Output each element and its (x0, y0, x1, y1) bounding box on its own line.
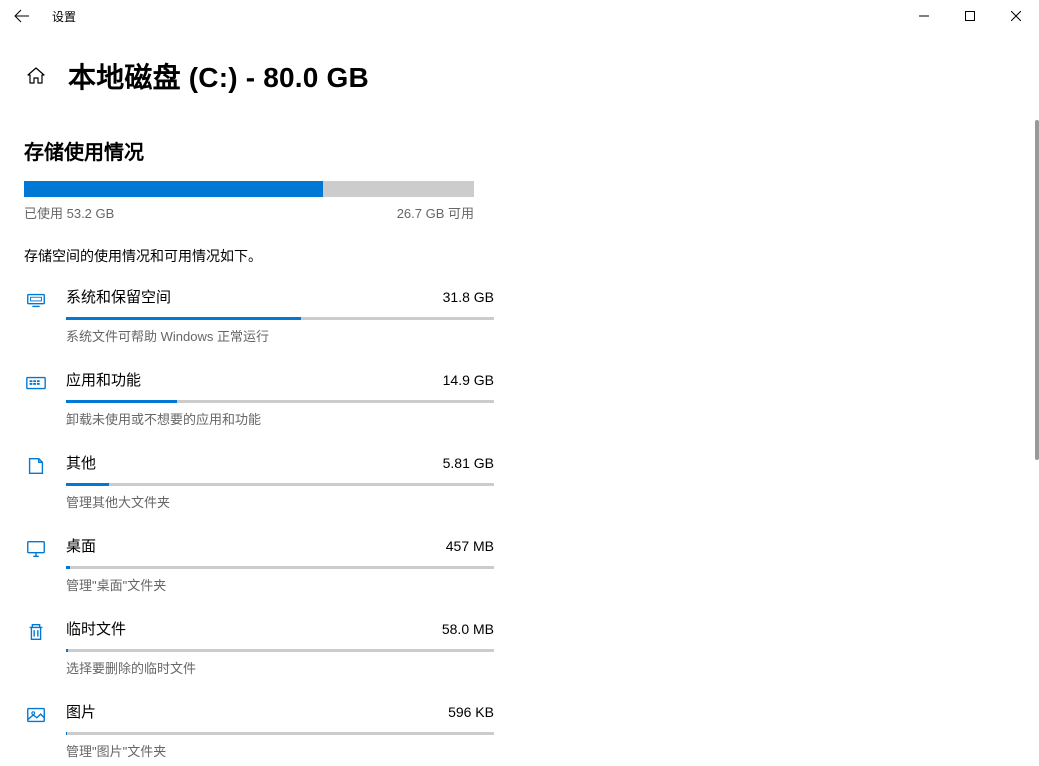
category-bar (66, 732, 494, 735)
category-bar (66, 649, 494, 652)
category-hint: 卸载未使用或不想要的应用和功能 (66, 409, 494, 428)
category-head: 桌面 457 MB (66, 535, 494, 556)
category-bar-fill (66, 317, 301, 320)
free-label: 26.7 GB 可用 (397, 203, 474, 222)
close-icon (1011, 11, 1021, 21)
category-bar-fill (66, 400, 177, 403)
category-head: 系统和保留空间 31.8 GB (66, 286, 494, 307)
category-size: 596 KB (448, 704, 494, 720)
category-bar (66, 317, 494, 320)
storage-description: 存储空间的使用情况和可用情况如下。 (24, 246, 1015, 266)
storage-bar-labels: 已使用 53.2 GB 26.7 GB 可用 (24, 203, 474, 222)
content-area: 本地磁盘 (C:) - 80.0 GB 存储使用情况 已使用 53.2 GB 2… (0, 32, 1039, 766)
page-title: 本地磁盘 (C:) - 80.0 GB (68, 56, 369, 96)
category-bar-fill (66, 483, 109, 486)
apps-icon (24, 371, 48, 395)
category-item[interactable]: 临时文件 58.0 MB 选择要删除的临时文件 (24, 618, 494, 677)
header-row: 本地磁盘 (C:) - 80.0 GB (24, 56, 1015, 96)
back-button[interactable] (10, 4, 34, 28)
categories-list: 系统和保留空间 31.8 GB 系统文件可帮助 Windows 正常运行 应用和… (24, 286, 1015, 766)
minimize-button[interactable] (901, 0, 947, 32)
storage-bar-fill (24, 181, 323, 197)
home-icon (26, 66, 46, 86)
category-body: 临时文件 58.0 MB 选择要删除的临时文件 (66, 618, 494, 677)
category-head: 临时文件 58.0 MB (66, 618, 494, 639)
system-icon (24, 288, 48, 312)
category-name: 其他 (66, 452, 96, 473)
category-item[interactable]: 系统和保留空间 31.8 GB 系统文件可帮助 Windows 正常运行 (24, 286, 494, 345)
category-bar-fill (66, 566, 70, 569)
category-head: 其他 5.81 GB (66, 452, 494, 473)
category-size: 5.81 GB (443, 455, 494, 471)
category-hint: 系统文件可帮助 Windows 正常运行 (66, 326, 494, 345)
category-body: 应用和功能 14.9 GB 卸载未使用或不想要的应用和功能 (66, 369, 494, 428)
category-hint: 管理"图片"文件夹 (66, 741, 494, 760)
category-bar (66, 483, 494, 486)
document-icon (24, 454, 48, 478)
maximize-button[interactable] (947, 0, 993, 32)
category-body: 图片 596 KB 管理"图片"文件夹 (66, 701, 494, 760)
category-hint: 管理其他大文件夹 (66, 492, 494, 511)
home-button[interactable] (24, 64, 48, 88)
trash-icon (24, 620, 48, 644)
maximize-icon (965, 11, 975, 21)
minimize-icon (919, 11, 929, 21)
category-size: 31.8 GB (443, 289, 494, 305)
picture-icon (24, 703, 48, 727)
window-controls (901, 0, 1039, 32)
category-name: 系统和保留空间 (66, 286, 171, 307)
close-button[interactable] (993, 0, 1039, 32)
scrollbar[interactable] (1035, 120, 1039, 460)
category-item[interactable]: 桌面 457 MB 管理"桌面"文件夹 (24, 535, 494, 594)
category-hint: 管理"桌面"文件夹 (66, 575, 494, 594)
category-name: 临时文件 (66, 618, 126, 639)
section-title: 存储使用情况 (24, 136, 1015, 165)
category-item[interactable]: 应用和功能 14.9 GB 卸载未使用或不想要的应用和功能 (24, 369, 494, 428)
category-head: 图片 596 KB (66, 701, 494, 722)
arrow-left-icon (14, 8, 30, 24)
category-name: 应用和功能 (66, 369, 141, 390)
window-title: 设置 (52, 8, 76, 25)
category-bar (66, 400, 494, 403)
category-body: 桌面 457 MB 管理"桌面"文件夹 (66, 535, 494, 594)
used-label: 已使用 53.2 GB (24, 203, 114, 222)
desktop-icon (24, 537, 48, 561)
category-item[interactable]: 图片 596 KB 管理"图片"文件夹 (24, 701, 494, 760)
category-name: 桌面 (66, 535, 96, 556)
category-head: 应用和功能 14.9 GB (66, 369, 494, 390)
category-body: 系统和保留空间 31.8 GB 系统文件可帮助 Windows 正常运行 (66, 286, 494, 345)
storage-bar (24, 181, 474, 197)
category-size: 58.0 MB (442, 621, 494, 637)
category-size: 14.9 GB (443, 372, 494, 388)
category-hint: 选择要删除的临时文件 (66, 658, 494, 677)
category-body: 其他 5.81 GB 管理其他大文件夹 (66, 452, 494, 511)
category-item[interactable]: 其他 5.81 GB 管理其他大文件夹 (24, 452, 494, 511)
category-bar-fill (66, 732, 67, 735)
titlebar: 设置 (0, 0, 1039, 32)
category-size: 457 MB (446, 538, 494, 554)
category-bar (66, 566, 494, 569)
category-bar-fill (66, 649, 68, 652)
titlebar-left: 设置 (0, 4, 76, 28)
category-name: 图片 (66, 701, 96, 722)
